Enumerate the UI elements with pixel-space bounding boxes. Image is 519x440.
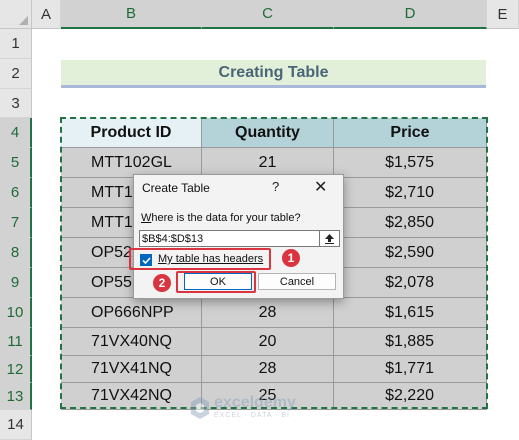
row-header-10[interactable]: 10 xyxy=(0,298,32,328)
watermark-tagline: EXCEL · DATA · BI xyxy=(214,412,290,419)
check-icon xyxy=(141,256,151,264)
callout-badge-1: 1 xyxy=(282,249,300,267)
table-header-row: Product ID Quantity Price xyxy=(61,118,487,148)
table-row: OP666NPP 28 $1,615 xyxy=(61,298,487,328)
spreadsheet: A B C D E 1 2 3 4 5 6 7 8 9 10 11 12 13 … xyxy=(0,0,519,440)
cell-product-id[interactable]: 71VX42NQ xyxy=(61,383,202,410)
row-header-8[interactable]: 8 xyxy=(0,238,32,268)
row-header-1[interactable]: 1 xyxy=(0,29,32,59)
cell-price[interactable]: $1,885 xyxy=(334,328,487,356)
cell-quantity[interactable]: 25 xyxy=(202,383,334,410)
table-row: 71VX41NQ 28 $1,771 xyxy=(61,356,487,383)
callout-badge-2: 2 xyxy=(153,274,171,292)
cell-price[interactable]: $2,710 xyxy=(334,178,487,208)
row-header-7[interactable]: 7 xyxy=(0,208,32,238)
cell-product-id[interactable]: OP666NPP xyxy=(61,298,202,328)
sheet-title[interactable]: Creating Table xyxy=(61,60,486,88)
row-header-11[interactable]: 11 xyxy=(0,328,32,356)
cell-price[interactable]: $1,771 xyxy=(334,356,487,383)
row-header-5[interactable]: 5 xyxy=(0,148,32,178)
row-header-12[interactable]: 12 xyxy=(0,356,32,383)
ok-button[interactable]: OK xyxy=(184,273,252,290)
help-icon[interactable]: ? xyxy=(272,179,279,194)
prompt-accelerator: W xyxy=(141,212,152,224)
cell-price[interactable]: $1,615 xyxy=(334,298,487,328)
range-input[interactable] xyxy=(142,231,312,246)
cell-quantity[interactable]: 28 xyxy=(202,356,334,383)
row-header-3[interactable]: 3 xyxy=(0,89,32,118)
dialog-title: Create Table xyxy=(142,181,210,195)
cancel-button[interactable]: Cancel xyxy=(258,273,336,290)
table-row: 71VX40NQ 20 $1,885 xyxy=(61,328,487,356)
cell-product-id[interactable]: 71VX40NQ xyxy=(61,328,202,356)
cell-quantity[interactable]: 20 xyxy=(202,328,334,356)
select-all-icon[interactable] xyxy=(0,0,32,29)
row-header-14[interactable]: 14 xyxy=(0,410,32,440)
cell-quantity[interactable]: 28 xyxy=(202,298,334,328)
row-header-2[interactable]: 2 xyxy=(0,59,32,89)
column-header-c[interactable]: C xyxy=(202,0,334,29)
header-price[interactable]: Price xyxy=(334,118,487,148)
range-field[interactable] xyxy=(139,230,340,247)
column-header-d[interactable]: D xyxy=(334,0,487,29)
range-prompt-label: Where is the data for your table? xyxy=(141,212,301,224)
prompt-rest: here is the data for your table? xyxy=(151,212,301,224)
checkbox-label-text: My table has headers xyxy=(158,253,264,265)
row-header-6[interactable]: 6 xyxy=(0,178,32,208)
cell-price[interactable]: $1,575 xyxy=(334,148,487,178)
cell-price[interactable]: $2,078 xyxy=(334,268,487,298)
cell-price[interactable]: $2,850 xyxy=(334,208,487,238)
header-quantity[interactable]: Quantity xyxy=(202,118,334,148)
row-header-9[interactable]: 9 xyxy=(0,268,32,298)
table-row: 71VX42NQ 25 $2,220 xyxy=(61,383,487,410)
column-header-b[interactable]: B xyxy=(61,0,202,29)
column-header-a[interactable]: A xyxy=(32,0,61,29)
cell-product-id[interactable]: 71VX41NQ xyxy=(61,356,202,383)
row-header-4[interactable]: 4 xyxy=(0,118,32,148)
cell-price[interactable]: $2,590 xyxy=(334,238,487,268)
collapse-range-icon[interactable] xyxy=(319,230,339,247)
column-header-e[interactable]: E xyxy=(487,0,519,29)
headers-checkbox[interactable] xyxy=(140,254,152,266)
cell-price[interactable]: $2,220 xyxy=(334,383,487,410)
row-header-13[interactable]: 13 xyxy=(0,383,32,410)
headers-checkbox-label[interactable]: My table has headers xyxy=(158,253,263,265)
header-product-id[interactable]: Product ID xyxy=(61,118,202,148)
close-icon[interactable]: ✕ xyxy=(314,177,327,197)
